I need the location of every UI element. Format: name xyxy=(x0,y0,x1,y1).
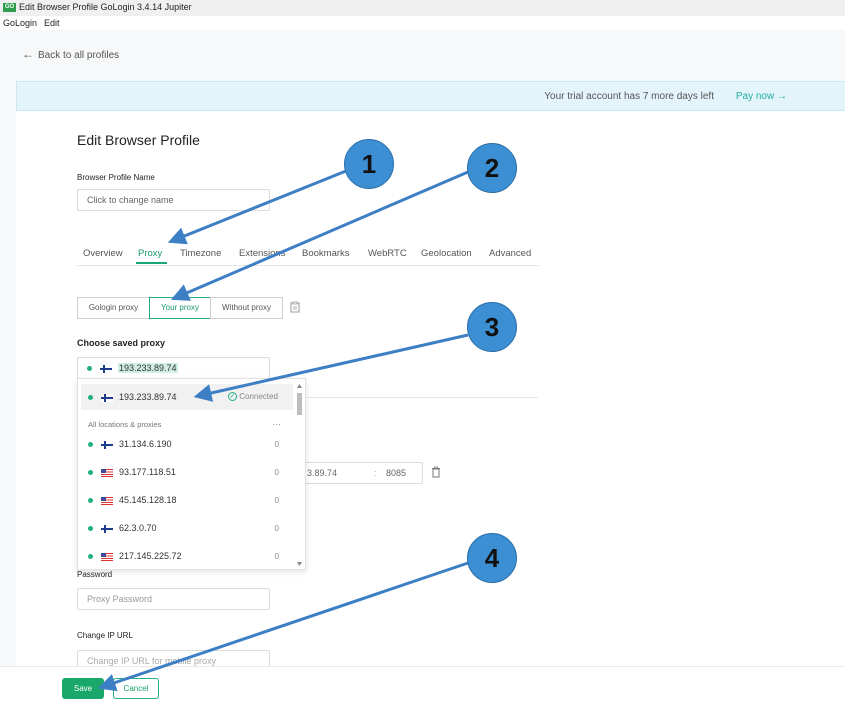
step-marker-4: 4 xyxy=(467,533,517,583)
check-circle-icon: ✓ xyxy=(228,392,237,402)
profile-name-label: Browser Profile Name xyxy=(77,173,155,182)
choose-saved-proxy-label: Choose saved proxy xyxy=(77,338,166,348)
profile-name-input[interactable]: Click to change name xyxy=(77,189,270,211)
finland-flag-icon xyxy=(101,440,113,449)
password-placeholder: Proxy Password xyxy=(87,594,153,604)
tab-extensions[interactable]: Extensions xyxy=(239,248,285,259)
finland-flag-icon xyxy=(101,393,113,402)
dropdown-scrollbar[interactable] xyxy=(296,383,303,567)
menu-edit[interactable]: Edit xyxy=(44,18,60,28)
proxy-option-ip: 45.145.128.18 xyxy=(119,495,177,505)
tab-webrtc[interactable]: WebRTC xyxy=(368,248,407,259)
proxy-option-ip: 217.145.225.72 xyxy=(119,551,182,561)
gologin-app-icon: GO xyxy=(3,3,16,12)
back-link[interactable]: ← Back to all profiles xyxy=(22,47,119,61)
usa-flag-icon xyxy=(101,496,113,505)
tab-timezone[interactable]: Timezone xyxy=(180,248,221,259)
menu-gologin[interactable]: GoLogin xyxy=(3,18,37,28)
step-marker-1: 1 xyxy=(344,139,394,189)
finland-flag-icon xyxy=(101,524,113,533)
proxy-password-input[interactable]: Proxy Password xyxy=(77,588,270,610)
password-label: Password xyxy=(77,570,113,579)
proxy-port-value: 8085 xyxy=(386,468,407,478)
proxy-dropdown: 193.233.89.74 ✓ Connected All locations … xyxy=(77,378,306,570)
connected-label: Connected xyxy=(239,392,278,401)
selected-proxy-value: 193.233.89.74 xyxy=(118,363,178,373)
tab-overview[interactable]: Overview xyxy=(83,248,123,259)
pay-now-label: Pay now xyxy=(735,91,775,102)
trial-message: Your trial account has 7 more days left xyxy=(544,91,714,102)
proxy-option-ip: 62.3.0.70 xyxy=(119,523,157,533)
proxy-option-count: 0 xyxy=(274,524,279,533)
tab-advanced[interactable]: Advanced xyxy=(489,248,531,259)
arrow-right-icon: → xyxy=(777,91,787,102)
trial-banner: Your trial account has 7 more days left … xyxy=(16,81,845,111)
cancel-button[interactable]: Cancel xyxy=(113,678,159,699)
save-button[interactable]: Save xyxy=(62,678,104,699)
usa-flag-icon xyxy=(101,552,113,561)
connected-status: ✓ Connected xyxy=(228,392,278,402)
proxy-option-count: 0 xyxy=(274,440,279,449)
proxy-option[interactable]: 62.3.0.70 xyxy=(88,523,157,533)
all-locations-label: All locations & proxies xyxy=(88,420,162,429)
current-proxy-ip: 193.233.89.74 xyxy=(119,392,177,402)
online-dot-icon xyxy=(88,498,93,504)
step-marker-2: 2 xyxy=(467,143,517,193)
section-divider xyxy=(306,397,538,398)
online-dot-icon xyxy=(88,470,93,476)
proxy-option[interactable]: 93.177.118.51 xyxy=(88,467,176,477)
active-tab-indicator xyxy=(136,262,167,264)
host-port-separator: : xyxy=(374,468,377,478)
page-title: Edit Browser Profile xyxy=(77,132,200,148)
gologin-proxy-label: Gologin proxy xyxy=(88,303,139,312)
step-marker-3: 3 xyxy=(467,302,517,352)
online-dot-icon xyxy=(88,526,93,532)
online-dot-icon xyxy=(88,554,93,560)
pay-now-link[interactable]: Pay now → xyxy=(736,91,787,102)
profile-name-placeholder: Click to change name xyxy=(87,195,174,205)
usa-flag-icon xyxy=(101,468,113,477)
finland-flag-icon xyxy=(100,364,112,373)
without-proxy-label: Without proxy xyxy=(222,303,271,312)
gologin-proxy-button[interactable]: Gologin proxy xyxy=(77,297,150,319)
proxy-option-count: 0 xyxy=(274,468,279,477)
tab-geolocation[interactable]: Geolocation xyxy=(421,248,472,259)
proxy-option[interactable]: 31.134.6.190 xyxy=(88,439,172,449)
cancel-button-label: Cancel xyxy=(123,684,149,693)
proxy-option-ip: 93.177.118.51 xyxy=(119,467,176,477)
proxy-option-ip: 31.134.6.190 xyxy=(119,439,172,449)
back-link-label: Back to all profiles xyxy=(38,50,120,61)
proxy-host-value: 3.89.74 xyxy=(307,468,338,478)
online-dot-icon xyxy=(88,442,93,448)
change-ip-placeholder: Change IP URL for mobile proxy xyxy=(87,656,217,666)
tabs-divider xyxy=(77,265,539,266)
proxy-option-count: 0 xyxy=(274,496,279,505)
proxy-option-count: 0 xyxy=(274,552,279,561)
save-button-label: Save xyxy=(73,684,93,693)
current-proxy-row: 193.233.89.74 xyxy=(88,392,177,402)
arrow-left-icon: ← xyxy=(22,47,34,61)
more-options-icon[interactable]: … xyxy=(272,417,281,427)
saved-proxy-select[interactable]: 193.233.89.74 xyxy=(77,357,270,379)
tab-proxy[interactable]: Proxy xyxy=(138,248,162,259)
online-dot-icon xyxy=(88,395,93,401)
without-proxy-button[interactable]: Without proxy xyxy=(210,297,283,319)
menu-bar: GoLogin Edit xyxy=(0,16,845,30)
trash-icon[interactable] xyxy=(431,466,441,478)
proxy-option[interactable]: 45.145.128.18 xyxy=(88,495,177,505)
title-bar: GO Edit Browser Profile GoLogin 3.4.14 J… xyxy=(0,0,845,16)
your-proxy-label: Your proxy xyxy=(161,303,199,312)
paste-icon[interactable] xyxy=(290,301,300,313)
change-ip-label: Change IP URL xyxy=(77,631,133,640)
your-proxy-button[interactable]: Your proxy xyxy=(149,297,211,319)
window-title: Edit Browser Profile GoLogin 3.4.14 Jupi… xyxy=(19,2,192,12)
online-dot-icon xyxy=(87,366,92,372)
tab-bookmarks[interactable]: Bookmarks xyxy=(302,248,350,259)
proxy-option[interactable]: 217.145.225.72 xyxy=(88,551,182,561)
